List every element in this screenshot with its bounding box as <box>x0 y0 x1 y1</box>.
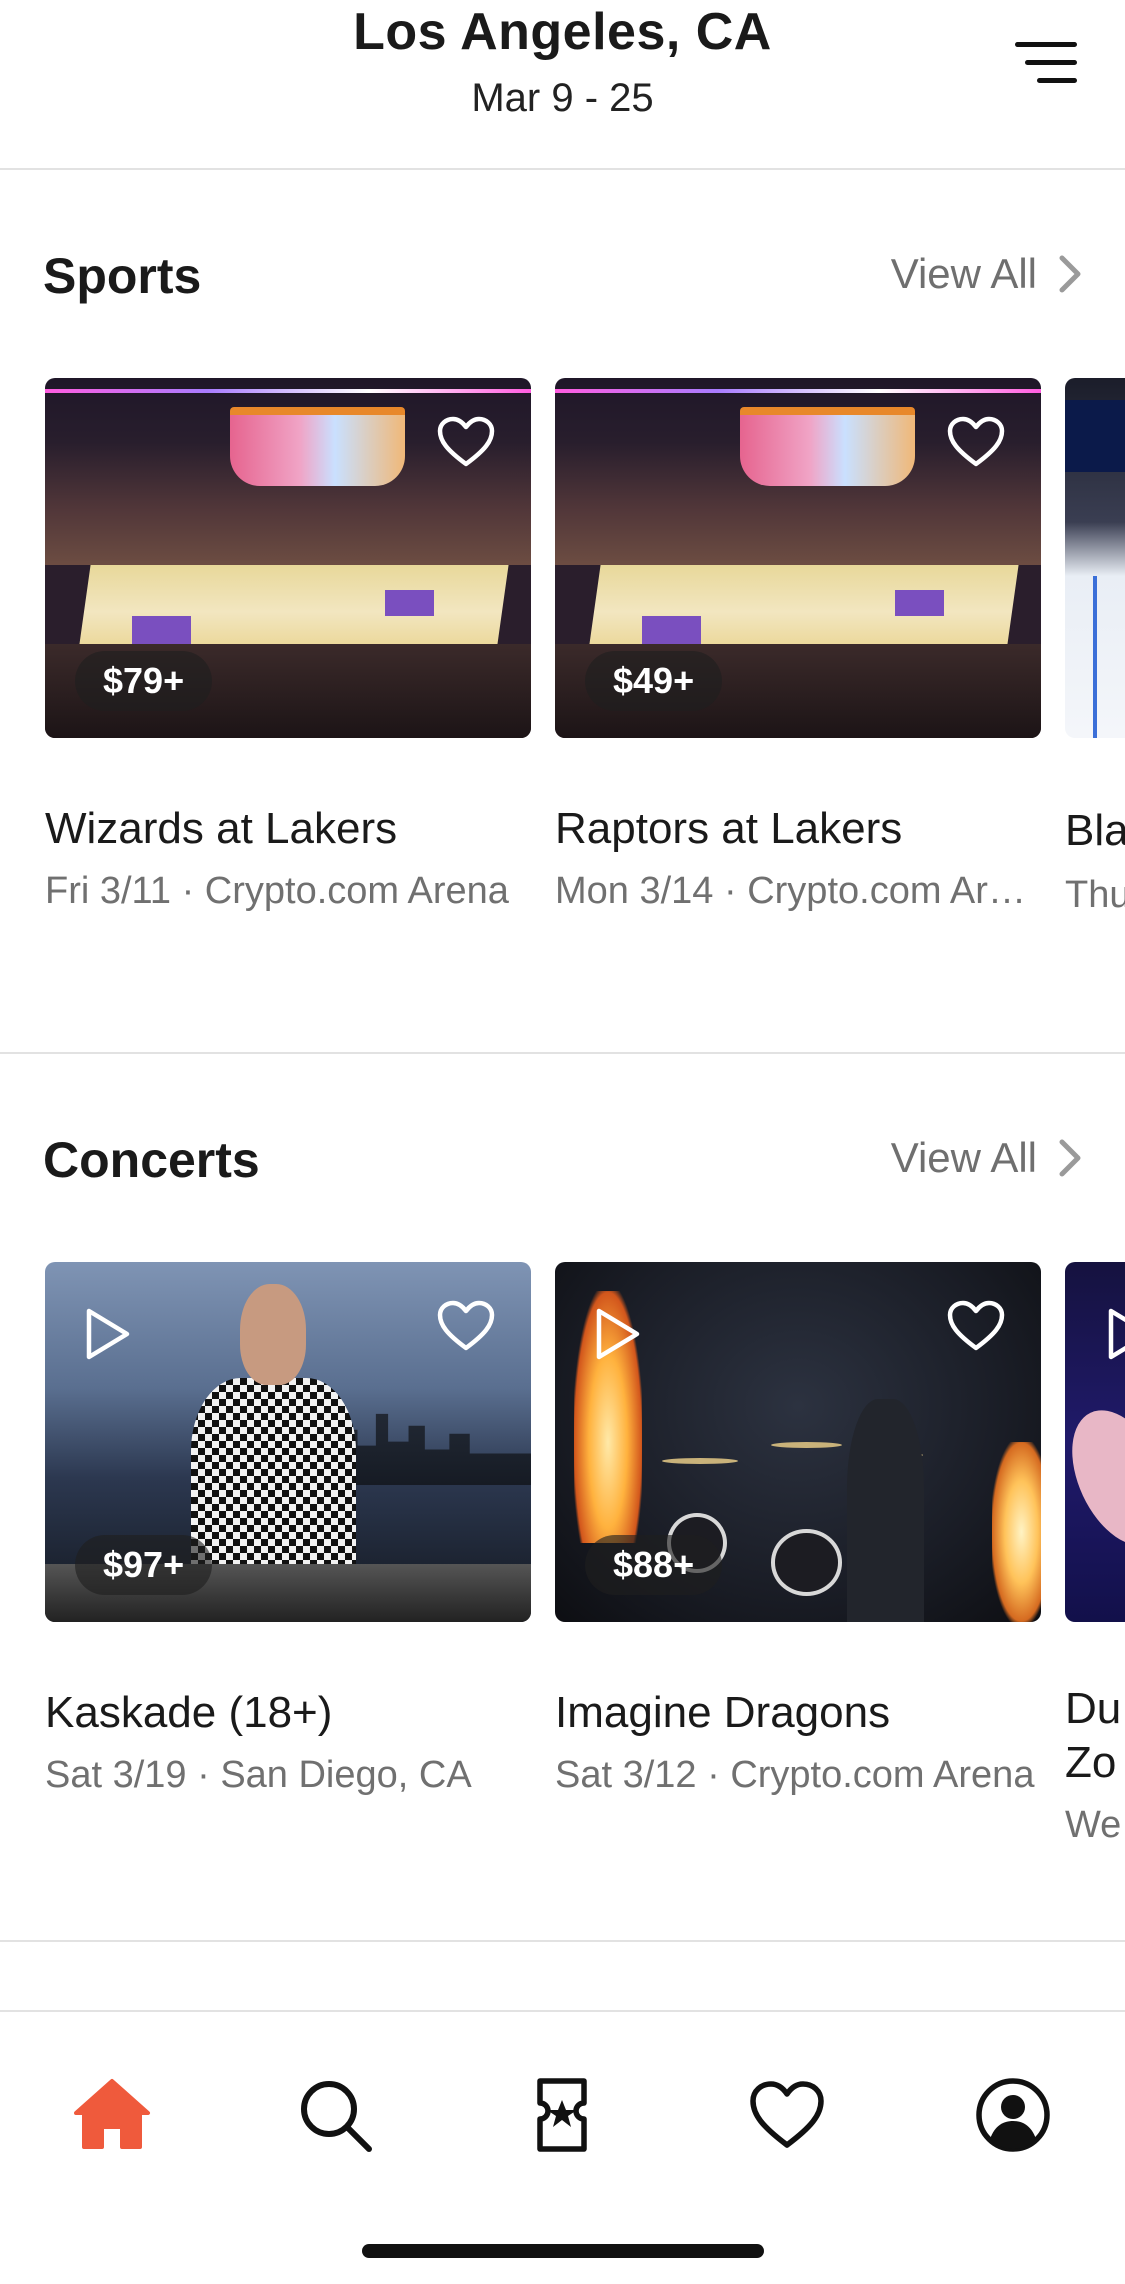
event-card[interactable]: Du Zo We <box>1065 1262 1125 1847</box>
filter-menu-icon[interactable] <box>1015 40 1077 86</box>
tab-tickets[interactable] <box>517 2072 607 2158</box>
profile-icon <box>976 2078 1050 2152</box>
ticket-star-icon <box>537 2078 587 2152</box>
event-card[interactable]: $97+ Kaskade (18+) Sat 3/19 · San Diego,… <box>45 1262 531 1797</box>
favorite-heart-icon[interactable] <box>437 1300 495 1352</box>
event-title[interactable]: Imagine Dragons <box>555 1688 1041 1738</box>
event-card[interactable]: Bla Thu <box>1065 378 1125 917</box>
event-card[interactable]: $88+ Imagine Dragons Sat 3/12 · Crypto.c… <box>555 1262 1041 1797</box>
event-image[interactable]: $79+ <box>45 378 531 738</box>
tab-favorites[interactable] <box>742 2072 832 2158</box>
event-subtitle: Mon 3/14 · Crypto.com Arena <box>555 870 1041 912</box>
sports-carousel[interactable]: $79+ Wizards at Lakers Fri 3/11 · Crypto… <box>45 378 1125 978</box>
home-icon <box>74 2079 150 2149</box>
favorite-heart-icon[interactable] <box>947 1300 1005 1352</box>
event-title[interactable]: Raptors at Lakers <box>555 804 1041 854</box>
bottom-tab-bar <box>0 2010 1125 2284</box>
favorite-heart-icon[interactable] <box>947 416 1005 468</box>
play-icon[interactable] <box>1105 1306 1125 1362</box>
event-subtitle: Fri 3/11 · Crypto.com Arena <box>45 870 509 912</box>
event-image[interactable] <box>1065 1262 1125 1622</box>
chevron-right-icon <box>1059 255 1081 293</box>
event-image[interactable]: $88+ <box>555 1262 1041 1622</box>
event-card[interactable]: $49+ Raptors at Lakers Mon 3/14 · Crypto… <box>555 378 1041 913</box>
event-image[interactable]: $97+ <box>45 1262 531 1622</box>
section-title-sports: Sports <box>43 248 202 304</box>
view-all-sports-button[interactable]: View All <box>891 250 1083 298</box>
concerts-carousel[interactable]: $97+ Kaskade (18+) Sat 3/19 · San Diego,… <box>45 1262 1125 1862</box>
view-all-label: View All <box>890 1134 1037 1181</box>
event-subtitle: Sat 3/12 · Crypto.com Arena <box>555 1754 1035 1796</box>
play-icon[interactable] <box>83 1306 133 1362</box>
event-subtitle: Sat 3/19 · San Diego, CA <box>45 1754 472 1796</box>
location-title[interactable]: Los Angeles, CA <box>0 2 1125 62</box>
tab-search[interactable] <box>290 2072 380 2158</box>
sports-section: Sports View All $79+ Wizards at Lakers F… <box>0 172 1125 1054</box>
event-title[interactable]: Bla <box>1065 804 1125 858</box>
chevron-right-icon <box>1059 1139 1081 1177</box>
favorite-heart-icon[interactable] <box>437 416 495 468</box>
event-title[interactable]: Du Zo <box>1065 1682 1125 1790</box>
view-all-concerts-button[interactable]: View All <box>891 1134 1083 1182</box>
heart-icon <box>750 2081 824 2148</box>
event-image[interactable] <box>1065 378 1125 738</box>
header: Los Angeles, CA Mar 9 - 25 <box>0 0 1125 170</box>
event-subtitle: Thu <box>1065 874 1125 916</box>
search-icon <box>301 2081 372 2152</box>
price-badge: $79+ <box>75 651 213 711</box>
price-badge: $97+ <box>75 1535 213 1595</box>
home-indicator <box>362 2244 764 2258</box>
event-subtitle: We <box>1065 1804 1122 1846</box>
view-all-label: View All <box>890 250 1037 297</box>
event-title[interactable]: Kaskade (18+) <box>45 1688 531 1738</box>
concerts-section: Concerts View All $97+ Kaskade (18+) Sat… <box>0 1056 1125 1942</box>
section-title-concerts: Concerts <box>43 1132 260 1188</box>
event-title[interactable]: Wizards at Lakers <box>45 804 531 854</box>
event-image[interactable]: $49+ <box>555 378 1041 738</box>
event-card[interactable]: $79+ Wizards at Lakers Fri 3/11 · Crypto… <box>45 378 531 913</box>
tab-profile[interactable] <box>968 2072 1058 2158</box>
price-badge: $88+ <box>585 1535 723 1595</box>
price-badge: $49+ <box>585 651 723 711</box>
date-range[interactable]: Mar 9 - 25 <box>0 76 1125 121</box>
play-icon[interactable] <box>593 1306 643 1362</box>
tab-home[interactable] <box>67 2072 157 2158</box>
